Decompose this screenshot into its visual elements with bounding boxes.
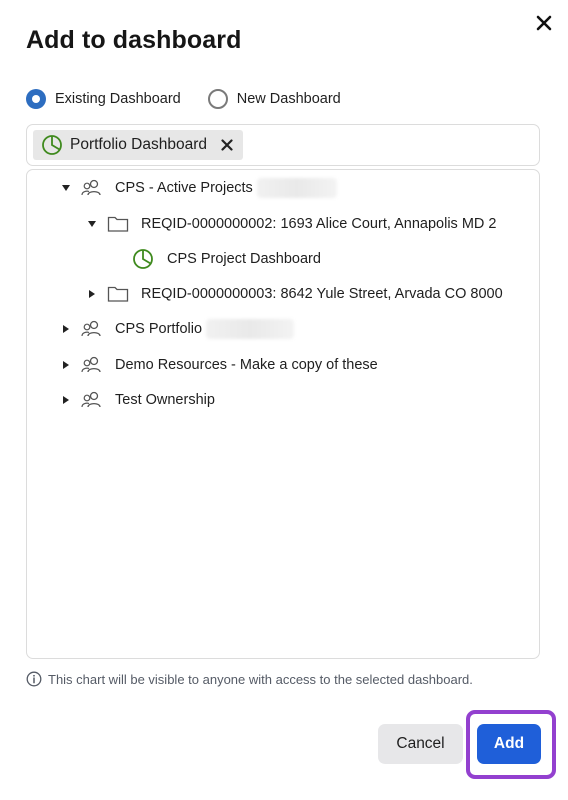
- folder-icon: [107, 216, 129, 232]
- existing-dashboard-label: Existing Dashboard: [55, 91, 181, 107]
- tree-item-reqid-0002[interactable]: REQID-0000000002: 1693 Alice Court, Anna…: [87, 212, 496, 236]
- new-dashboard-label: New Dashboard: [236, 91, 341, 107]
- caret-down-icon[interactable]: [61, 183, 71, 193]
- tree-item-label: REQID-0000000002: 1693 Alice Court, Anna…: [141, 216, 497, 232]
- existing-dashboard-radio[interactable]: Existing Dashboard: [26, 89, 181, 109]
- caret-right-icon[interactable]: [61, 360, 71, 370]
- selected-dashboard-label: Portfolio Dashboard: [70, 136, 207, 153]
- dashboard-icon: [133, 249, 153, 269]
- tree-item-label: REQID-0000000003: 8642 Yule Street, Arva…: [141, 286, 503, 302]
- tree-item-cps-project-dashboard[interactable]: CPS Project Dashboard: [132, 247, 321, 271]
- redacted-text: [206, 319, 295, 339]
- radio-checked-icon[interactable]: [26, 89, 46, 109]
- workspace-icon: [81, 320, 101, 337]
- caret-right-icon[interactable]: [61, 324, 71, 334]
- tree-item-label: CPS Project Dashboard: [167, 251, 321, 267]
- workspace-icon: [81, 179, 101, 196]
- caret-down-icon[interactable]: [87, 219, 97, 229]
- dashboard-select-input[interactable]: Portfolio Dashboard: [26, 124, 540, 166]
- info-icon: [26, 671, 42, 687]
- tree-item-demo-resources[interactable]: Demo Resources - Make a copy of these: [61, 353, 378, 377]
- workspace-icon: [81, 391, 101, 408]
- workspace-icon: [81, 356, 101, 373]
- tree-item-label: CPS - Active Projects: [115, 180, 253, 196]
- visibility-note: This chart will be visible to anyone wit…: [26, 671, 473, 687]
- remove-icon[interactable]: [221, 139, 233, 151]
- caret-right-icon[interactable]: [61, 395, 71, 405]
- radio-unchecked-icon[interactable]: [207, 89, 228, 109]
- close-icon[interactable]: [535, 14, 553, 32]
- visibility-note-text: This chart will be visible to anyone wit…: [48, 671, 473, 687]
- redacted-text: [256, 178, 337, 198]
- dashboard-type-radio-group: Existing Dashboard New Dashboard: [26, 89, 341, 109]
- cancel-button[interactable]: Cancel: [378, 724, 463, 764]
- folder-icon: [107, 286, 129, 302]
- dialog-title: Add to dashboard: [26, 26, 242, 54]
- tree-item-reqid-0003[interactable]: REQID-0000000003: 8642 Yule Street, Arva…: [87, 282, 503, 306]
- dashboard-tree: CPS - Active Projects REQID-0000000002: …: [26, 169, 540, 659]
- dashboard-icon: [42, 135, 62, 155]
- caret-right-icon[interactable]: [87, 289, 97, 299]
- tree-item-label: CPS Portfolio: [115, 321, 203, 337]
- tree-item-cps-portfolio[interactable]: CPS Portfolio: [61, 317, 295, 341]
- tree-item-cps-active-projects[interactable]: CPS - Active Projects: [61, 176, 337, 200]
- tree-item-test-ownership[interactable]: Test Ownership: [61, 388, 215, 412]
- add-button[interactable]: Add: [477, 724, 541, 764]
- tree-item-label: Test Ownership: [115, 392, 215, 408]
- tree-item-label: Demo Resources - Make a copy of these: [115, 357, 378, 373]
- new-dashboard-radio[interactable]: New Dashboard: [207, 89, 341, 109]
- selected-dashboard-chip: Portfolio Dashboard: [33, 130, 243, 160]
